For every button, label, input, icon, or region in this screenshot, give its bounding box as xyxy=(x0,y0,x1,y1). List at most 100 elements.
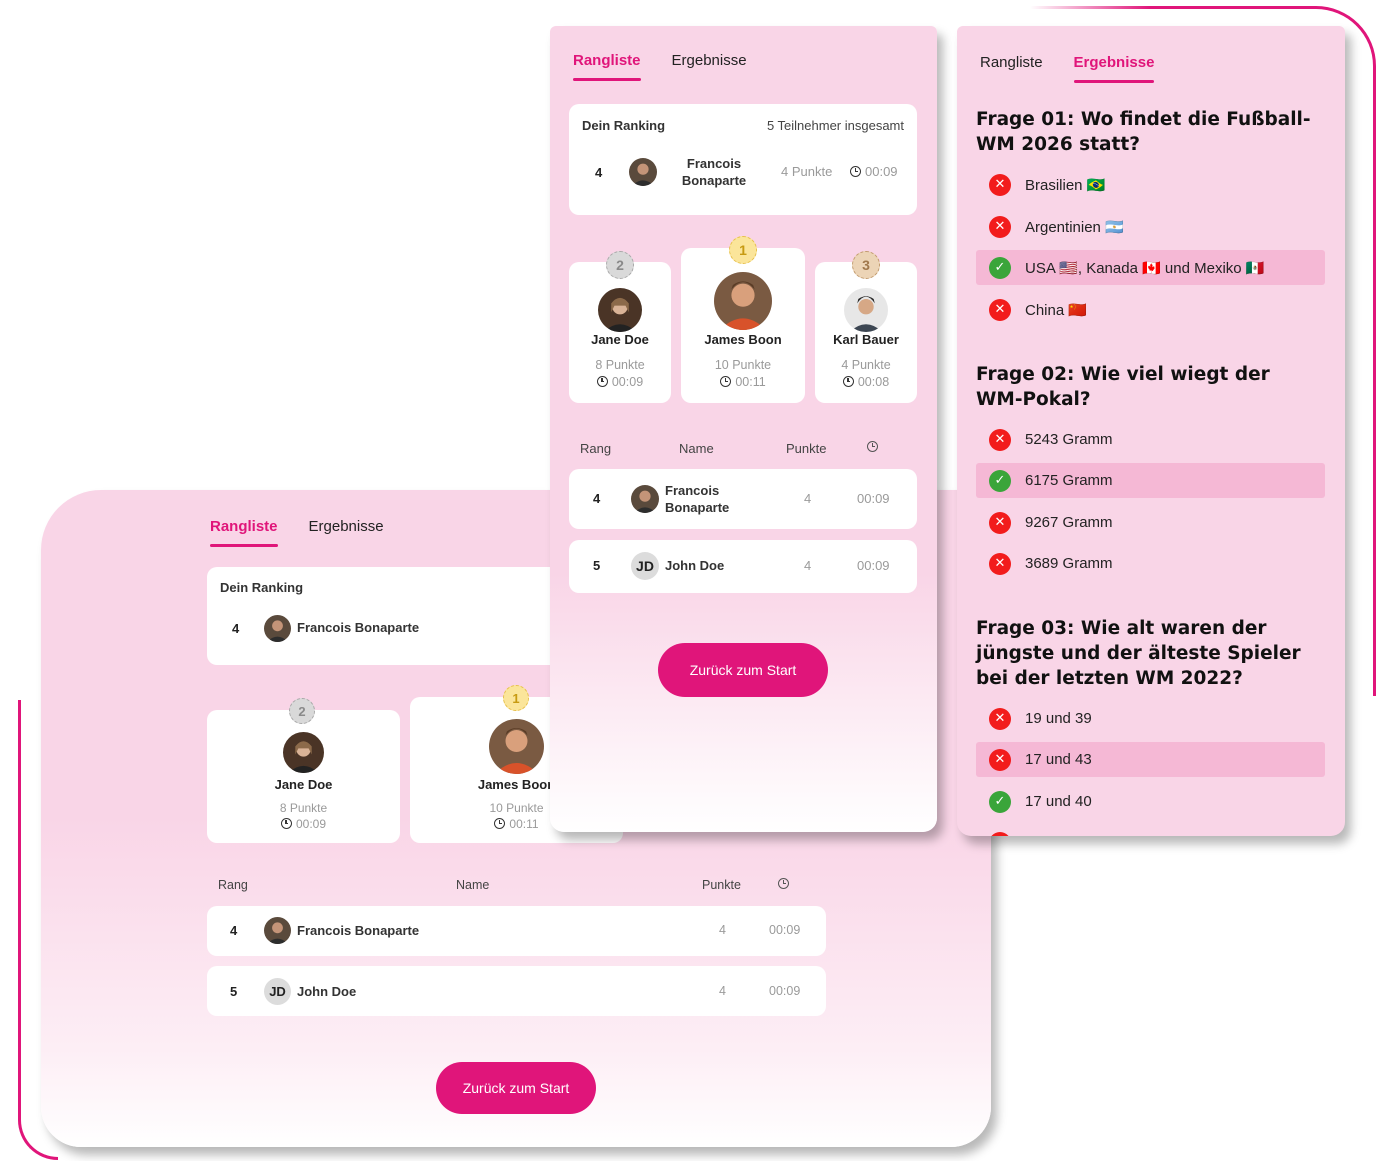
podium-card-1: James Boon 10 Punkte 00:11 xyxy=(681,248,805,403)
avatar-jane xyxy=(598,288,642,332)
wrong-icon xyxy=(989,831,1011,836)
my-rank: 4 xyxy=(595,165,603,180)
answer-option[interactable]: ✕ 5243 Gramm xyxy=(976,422,1325,457)
answer-option[interactable]: ✕ 3689 Gramm xyxy=(976,546,1325,581)
avatar-initials: JD xyxy=(631,552,659,580)
tab-ergebnisse[interactable]: Ergebnisse xyxy=(1073,54,1154,83)
podium-card-3: Karl Bauer 4 Punkte 00:08 xyxy=(815,262,917,403)
mobile-ranking-panel: Rangliste Ergebnisse Dein Ranking 5 Teil… xyxy=(550,26,937,832)
my-ranking-label: Dein Ranking xyxy=(220,580,304,595)
podium-time-2: 00:09 xyxy=(569,375,671,389)
podium-card-2: Jane Doe 8 Punkte 00:09 xyxy=(569,262,671,403)
my-ranking-time: 00:09 xyxy=(850,164,898,179)
medal-gold-icon: 1 xyxy=(503,685,529,711)
answer-option[interactable]: ✕ Brasilien 🇧🇷 xyxy=(976,167,1325,202)
avatar-jane xyxy=(283,732,324,773)
avatar-francois xyxy=(264,917,291,944)
podium-name-3: Karl Bauer xyxy=(833,332,899,347)
table-row[interactable]: 5 JD John Doe 4 00:09 xyxy=(207,966,826,1016)
answer-option[interactable]: ✕ 19 und 39 xyxy=(976,701,1325,736)
podium-points-1: 10 Punkte xyxy=(714,358,772,372)
mobile-results-panel: Rangliste Ergebnisse Frage 01: Wo findet… xyxy=(957,26,1345,836)
tab-rangliste[interactable]: Rangliste xyxy=(210,518,278,547)
podium-time-2: 00:09 xyxy=(207,817,400,831)
table-row[interactable]: 4 Francois Bonaparte 4 00:09 xyxy=(569,469,917,529)
avatar-james xyxy=(489,719,544,774)
row-time: 00:09 xyxy=(857,491,890,506)
row-points: 4 xyxy=(804,491,812,506)
tab-ergebnisse[interactable]: Ergebnisse xyxy=(309,518,384,543)
header-punkte: Punkte xyxy=(702,878,741,892)
medal-silver-icon: 2 xyxy=(606,251,634,279)
podium-time-3: 00:08 xyxy=(815,375,917,389)
tab-rangliste[interactable]: Rangliste xyxy=(573,52,641,81)
tab-ergebnisse[interactable]: Ergebnisse xyxy=(672,52,747,77)
header-rang: Rang xyxy=(218,878,248,892)
wrong-icon: ✕ xyxy=(989,511,1011,534)
row-rank: 4 xyxy=(230,923,238,938)
wrong-icon: ✕ xyxy=(989,428,1011,451)
medal-silver-icon: 2 xyxy=(289,698,315,724)
answer-option-selected[interactable]: ✓ 6175 Gramm xyxy=(976,463,1325,498)
row-time: 00:09 xyxy=(857,558,890,573)
correct-icon: ✓ xyxy=(989,256,1011,279)
my-ranking-label: Dein Ranking xyxy=(582,118,666,133)
row-rank: 4 xyxy=(593,491,601,506)
tab-rangliste[interactable]: Rangliste xyxy=(980,54,1043,79)
row-name: Francois Bonaparte xyxy=(297,923,420,938)
my-ranking-name: Francois Bonaparte xyxy=(297,620,420,635)
question-title: Frage 02: Wie viel wiegt der WM-Pokal? xyxy=(976,364,1270,410)
wrong-icon: ✕ xyxy=(989,707,1011,730)
podium-points-3: 4 Punkte xyxy=(841,358,891,372)
podium-name-2: Jane Doe xyxy=(591,332,649,347)
tab-bar: Rangliste Ergebnisse xyxy=(573,52,747,81)
tab-bar: Rangliste Ergebnisse xyxy=(210,518,384,547)
back-to-start-button[interactable]: Zurück zum Start xyxy=(436,1062,596,1114)
row-rank: 5 xyxy=(230,984,238,999)
header-punkte: Punkte xyxy=(786,441,827,456)
back-to-start-button[interactable]: Zurück zum Start xyxy=(658,643,828,697)
wrong-icon: ✕ xyxy=(989,215,1011,238)
correct-icon: ✓ xyxy=(989,469,1011,492)
answer-option-selected[interactable]: ✓ USA 🇺🇸, Kanada 🇨🇦 und Mexiko 🇲🇽 xyxy=(976,250,1325,285)
row-rank: 5 xyxy=(593,558,601,573)
answer-option[interactable]: ✓ 17 und 40 xyxy=(976,784,1325,819)
row-time: 00:09 xyxy=(769,984,801,998)
row-time: 00:09 xyxy=(769,923,801,937)
clock-icon xyxy=(842,376,854,387)
clock-icon xyxy=(280,818,292,829)
clock-icon xyxy=(494,818,506,829)
my-ranking-points: 4 Punkte xyxy=(781,164,833,179)
my-rank: 4 xyxy=(232,621,240,636)
answer-option[interactable]: ✕ 9267 Gramm xyxy=(976,505,1325,540)
header-time-clock-icon xyxy=(778,877,793,891)
medal-gold-icon: 1 xyxy=(729,236,757,264)
participants-total: 5 Teilnehmer insgesamt xyxy=(766,118,904,133)
header-time-clock-icon xyxy=(867,440,882,454)
row-name: John Doe xyxy=(665,558,725,573)
answer-option[interactable]: ✕ Argentinien 🇦🇷 xyxy=(976,209,1325,244)
podium-name-2: Jane Doe xyxy=(274,777,333,792)
wrong-icon: ✕ xyxy=(989,173,1011,196)
row-name: Francois Bonaparte xyxy=(665,483,730,515)
my-ranking-card: Dein Ranking 5 Teilnehmer insgesamt 4 Fr… xyxy=(569,104,917,215)
correct-icon: ✓ xyxy=(989,790,1011,813)
row-points: 4 xyxy=(719,984,726,998)
answer-option-selected[interactable]: ✕ 17 und 43 xyxy=(976,742,1325,777)
answer-option-partial[interactable] xyxy=(976,825,1325,836)
answer-option[interactable]: ✕ China 🇨🇳 xyxy=(976,292,1325,327)
header-name: Name xyxy=(456,878,490,892)
row-points: 4 xyxy=(804,558,812,573)
podium-name-1: James Boon xyxy=(704,332,782,347)
avatar-initials: JD xyxy=(264,978,291,1005)
podium-points-2: 8 Punkte xyxy=(279,801,328,815)
podium-card-2: Jane Doe 8 Punkte 00:09 xyxy=(207,710,400,843)
header-rang: Rang xyxy=(580,441,612,456)
avatar-francois xyxy=(264,615,291,642)
row-points: 4 xyxy=(719,923,726,937)
my-ranking-name: Francois Bonaparte xyxy=(681,156,747,188)
table-row[interactable]: 4 Francois Bonaparte 4 00:09 xyxy=(207,906,826,956)
clock-icon xyxy=(720,376,732,387)
wrong-icon: ✕ xyxy=(989,748,1011,771)
table-row[interactable]: 5 JD John Doe 4 00:09 xyxy=(569,540,917,593)
